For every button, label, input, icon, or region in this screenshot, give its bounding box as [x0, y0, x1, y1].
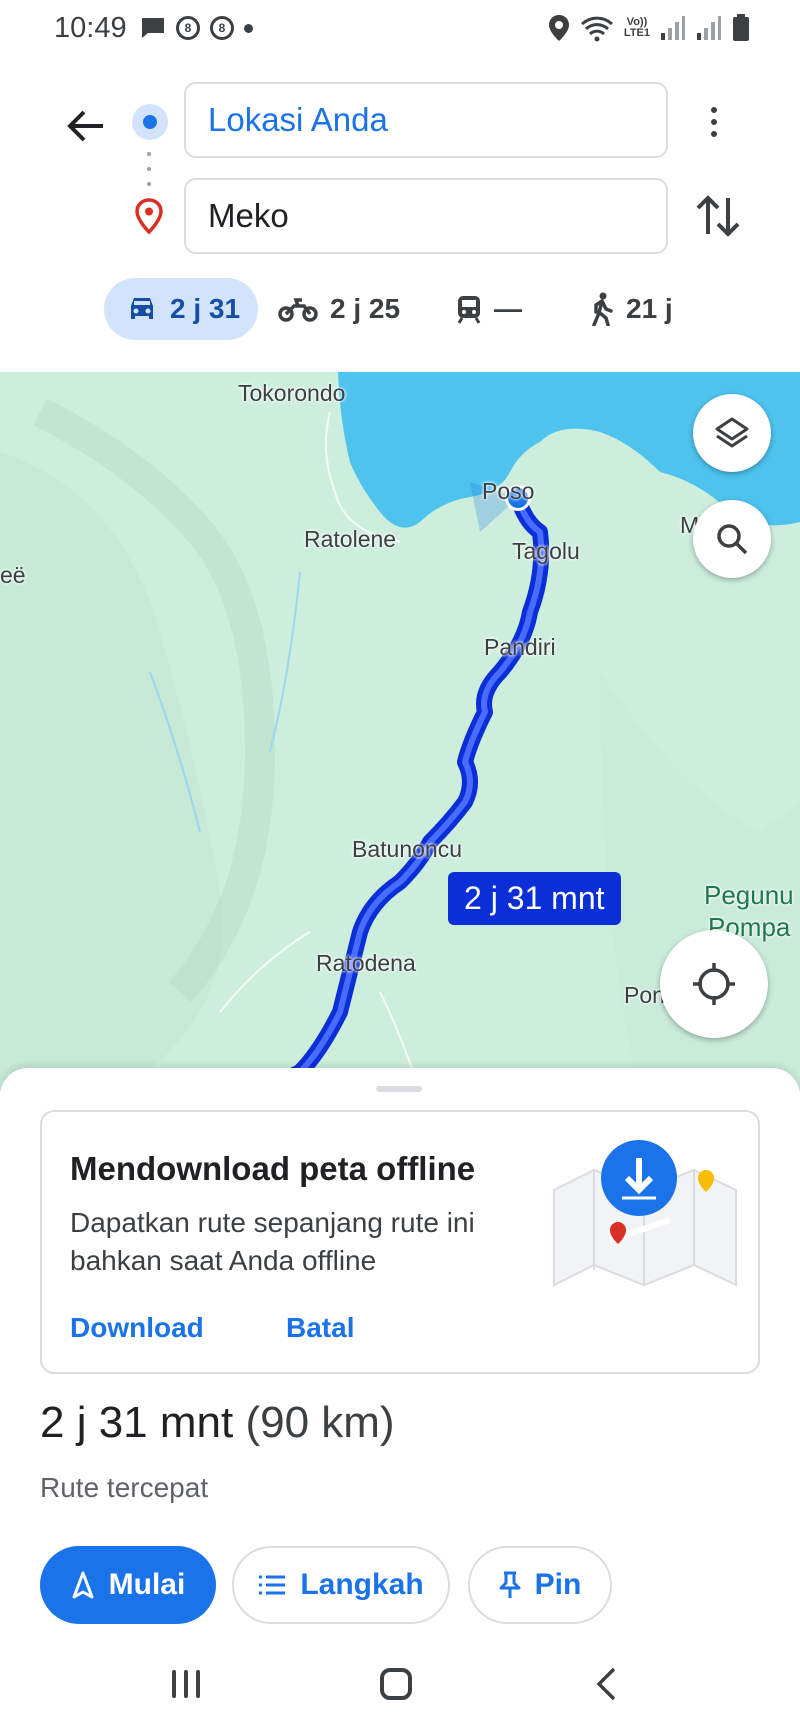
offline-map-illustration: [553, 1140, 737, 1287]
map-label: Tokorondo: [238, 380, 346, 406]
pin-button[interactable]: Pin: [468, 1546, 612, 1624]
route-connector: [147, 152, 151, 186]
map-label: Batunoncu: [352, 836, 462, 862]
message-icon: [142, 18, 164, 38]
map-label: Tagolu: [512, 538, 580, 564]
car-icon: [131, 298, 153, 319]
download-button[interactable]: Download: [70, 1312, 204, 1344]
tab-walk[interactable]: 21 j: [588, 278, 673, 340]
drag-handle[interactable]: [376, 1086, 422, 1092]
map-label: eë: [0, 562, 26, 588]
train-icon: [457, 296, 481, 324]
motorcycle-icon: [278, 298, 318, 322]
cancel-button[interactable]: Batal: [286, 1312, 354, 1344]
location-icon: [548, 15, 569, 41]
steps-button[interactable]: Langkah: [232, 1546, 450, 1624]
start-button[interactable]: Mulai: [40, 1546, 216, 1624]
route-summary: 2 j 31 mnt (90 km): [40, 1398, 395, 1448]
more-notifications-dot: [244, 23, 253, 33]
tab-motorcycle[interactable]: 2 j 25: [278, 278, 400, 340]
pin-button-label: Pin: [534, 1568, 582, 1601]
notification-icon: 8: [176, 16, 200, 40]
layers-icon: [715, 417, 749, 448]
tab-transit-label: —: [494, 293, 522, 324]
crosshair-icon: [693, 963, 735, 1005]
battery-icon: [733, 14, 749, 41]
wifi-icon: [580, 16, 613, 42]
card-title: Mendownload peta offline: [70, 1150, 476, 1187]
home-button[interactable]: [380, 1668, 412, 1700]
recent-apps-button[interactable]: [172, 1670, 200, 1698]
walking-icon: [592, 292, 613, 326]
clock: 10:49: [54, 12, 127, 44]
navigation-arrow-icon: [72, 1571, 94, 1599]
swap-direction-button[interactable]: [692, 186, 744, 246]
route-distance: (90 km): [245, 1398, 395, 1447]
list-icon: [259, 1575, 286, 1595]
route-note: Rute tercepat: [40, 1472, 209, 1503]
back-button[interactable]: [60, 100, 112, 152]
more-options-button[interactable]: [696, 92, 732, 152]
map-label: Ratolene: [304, 526, 397, 552]
tab-car[interactable]: 2 j 31: [104, 278, 259, 340]
route-duration-label[interactable]: 2 j 31 mnt: [448, 872, 621, 925]
steps-button-label: Langkah: [300, 1568, 424, 1601]
status-bar: 10:49 8 8 Vo)) LTE1: [0, 0, 800, 62]
notification-icon: 8: [210, 16, 234, 40]
offline-map-card: Mendownload peta offline Dapatkan rute s…: [40, 1110, 760, 1374]
signal-icon: [697, 16, 721, 40]
bottom-sheet: Mendownload peta offline Dapatkan rute s…: [0, 1068, 800, 1733]
map-label: Pegunu: [704, 880, 794, 910]
back-nav-button[interactable]: [594, 1666, 618, 1702]
tab-walk-label: 21 j: [626, 293, 673, 324]
map-view[interactable]: Tokorondo Ratolene Poso Tagolu Pandiri B…: [0, 372, 800, 1092]
map-label: Pandiri: [484, 634, 556, 660]
notification-icons: 8 8: [140, 16, 253, 40]
tab-motorcycle-label: 2 j 25: [330, 293, 401, 324]
system-nav-bar: [0, 1640, 800, 1733]
origin-input[interactable]: Lokasi Anda: [184, 82, 668, 158]
search-icon: [717, 524, 748, 555]
map-label: Ratodena: [316, 950, 416, 976]
card-description: Dapatkan rute sepanjang rute ini bahkan …: [70, 1207, 475, 1276]
pin-icon: [499, 1571, 521, 1598]
start-button-label: Mulai: [108, 1568, 186, 1601]
arrow-back-icon: [67, 110, 103, 142]
route-duration: 2 j 31 mnt: [40, 1398, 234, 1447]
lte-icon: Vo)) LTE1: [623, 16, 650, 39]
origin-marker-icon: [132, 104, 168, 140]
layers-button[interactable]: [693, 394, 771, 472]
directions-panel: Lokasi Anda Meko 2 j 31 2 j 25 — 21 j: [0, 62, 800, 372]
map-label: Poso: [482, 478, 535, 504]
tab-car-label: 2 j 31: [170, 293, 241, 324]
tab-transit[interactable]: —: [456, 278, 522, 340]
my-location-button[interactable]: [660, 930, 768, 1038]
destination-pin-icon: [135, 198, 163, 234]
signal-icon: [661, 16, 685, 40]
system-icons: Vo)) LTE1: [548, 14, 750, 42]
destination-input[interactable]: Meko: [184, 178, 668, 254]
search-button[interactable]: [693, 500, 771, 578]
travel-mode-tabs: 2 j 31 2 j 25 — 21 j: [0, 278, 800, 346]
